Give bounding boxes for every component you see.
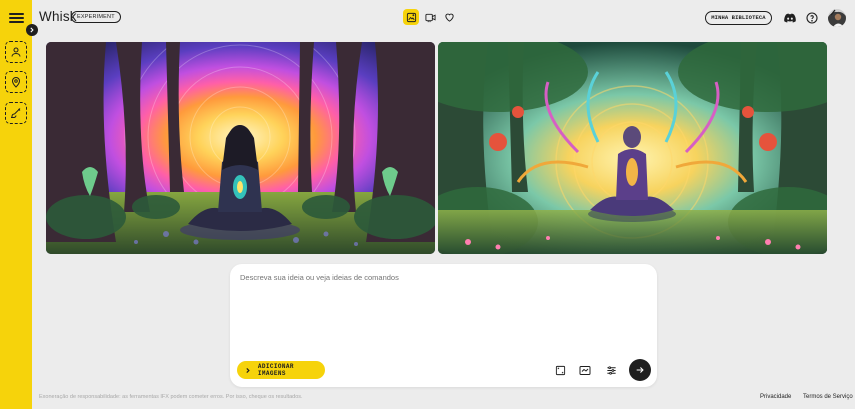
add-images-button[interactable]: ADICIONAR IMAGENS bbox=[237, 361, 325, 379]
sidebar-scene-button[interactable] bbox=[5, 71, 27, 93]
sidebar-style-button[interactable] bbox=[5, 102, 27, 124]
settings-button[interactable] bbox=[604, 363, 618, 377]
chevron-right-icon bbox=[30, 27, 34, 33]
help-button[interactable] bbox=[805, 11, 819, 25]
submit-button[interactable] bbox=[629, 359, 651, 381]
favorites-heart-icon bbox=[444, 13, 454, 22]
aspect-ratio-landscape-button[interactable] bbox=[578, 363, 592, 377]
video-mode-button[interactable] bbox=[422, 9, 438, 25]
prompt-panel: ADICIONAR IMAGENS bbox=[230, 264, 657, 387]
chevron-right-icon bbox=[246, 367, 250, 373]
sidebar bbox=[0, 0, 32, 409]
avatar[interactable] bbox=[828, 9, 846, 27]
aspect-ratio-square-button[interactable] bbox=[553, 363, 567, 377]
experiment-badge: EXPERIMENT bbox=[71, 11, 121, 23]
brush-icon bbox=[10, 108, 21, 118]
aspect-ratio-landscape-icon bbox=[579, 365, 591, 375]
image-mode-button[interactable] bbox=[403, 9, 419, 25]
mode-switcher bbox=[403, 9, 457, 25]
disclaimer-text: Exoneração de responsabilidade: as ferra… bbox=[39, 394, 303, 400]
generated-image-1[interactable] bbox=[46, 42, 435, 254]
aspect-ratio-square-icon bbox=[555, 365, 565, 375]
privacy-link[interactable]: Privacidade bbox=[760, 394, 791, 400]
video-mode-icon bbox=[424, 13, 436, 22]
arrow-right-icon bbox=[636, 367, 644, 373]
expand-sidebar-button[interactable] bbox=[26, 24, 38, 36]
terms-link[interactable]: Termos de Serviço bbox=[803, 394, 853, 400]
settings-sliders-icon bbox=[606, 365, 616, 375]
add-images-label: ADICIONAR IMAGENS bbox=[257, 363, 294, 377]
my-library-button[interactable]: MINHA BIBLIOTECA bbox=[705, 11, 772, 25]
sidebar-subject-button[interactable] bbox=[5, 41, 27, 63]
image-mode-icon bbox=[406, 12, 416, 22]
prompt-input[interactable] bbox=[240, 273, 640, 282]
discord-button[interactable] bbox=[783, 11, 797, 25]
help-circle-icon bbox=[806, 12, 818, 24]
discord-icon bbox=[784, 13, 796, 23]
location-pin-icon bbox=[11, 77, 21, 88]
menu-icon[interactable] bbox=[9, 11, 24, 25]
favorites-button[interactable] bbox=[441, 9, 457, 25]
person-icon bbox=[11, 47, 21, 57]
generated-image-2[interactable] bbox=[438, 42, 827, 254]
